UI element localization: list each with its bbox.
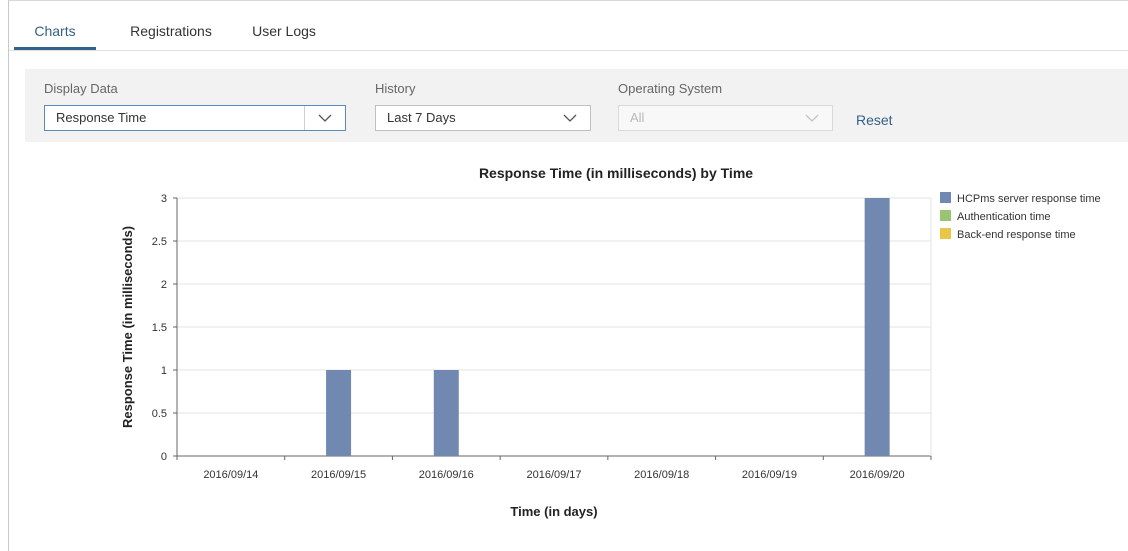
x-tick-label: 2016/09/20	[850, 469, 905, 481]
bar-2016-09-15	[326, 370, 352, 456]
legend-label: Authentication time	[957, 211, 1051, 223]
y-tick-label: 0.5	[152, 408, 167, 420]
x-axis-title: Time (in days)	[510, 504, 597, 519]
legend-label: Back-end response time	[957, 229, 1076, 241]
y-axis-title: Response Time (in milliseconds)	[120, 226, 135, 428]
x-tick-label: 2016/09/19	[742, 469, 797, 481]
legend-swatch	[940, 228, 951, 239]
legend-swatch	[940, 192, 951, 203]
y-tick-label: 1	[161, 365, 167, 377]
x-tick-label: 2016/09/16	[419, 469, 474, 481]
x-tick-label: 2016/09/17	[526, 469, 581, 481]
x-tick-label: 2016/09/14	[203, 469, 258, 481]
response-time-chart: Response Time (in milliseconds) by Time 0…	[120, 165, 1101, 519]
bar-2016-09-16	[433, 370, 459, 456]
x-tick-label: 2016/09/15	[311, 469, 366, 481]
chart-title: Response Time (in milliseconds) by Time	[479, 165, 753, 181]
y-tick-label: 2.5	[152, 236, 167, 248]
y-tick-label: 2	[161, 279, 167, 291]
y-tick-label: 3	[161, 193, 167, 205]
legend-label: HCPms server response time	[957, 193, 1101, 205]
y-tick-label: 0	[161, 451, 167, 463]
x-tick-label: 2016/09/18	[634, 469, 689, 481]
bar-2016-09-20	[864, 198, 890, 456]
y-tick-label: 1.5	[152, 322, 167, 334]
legend-swatch	[940, 210, 951, 221]
